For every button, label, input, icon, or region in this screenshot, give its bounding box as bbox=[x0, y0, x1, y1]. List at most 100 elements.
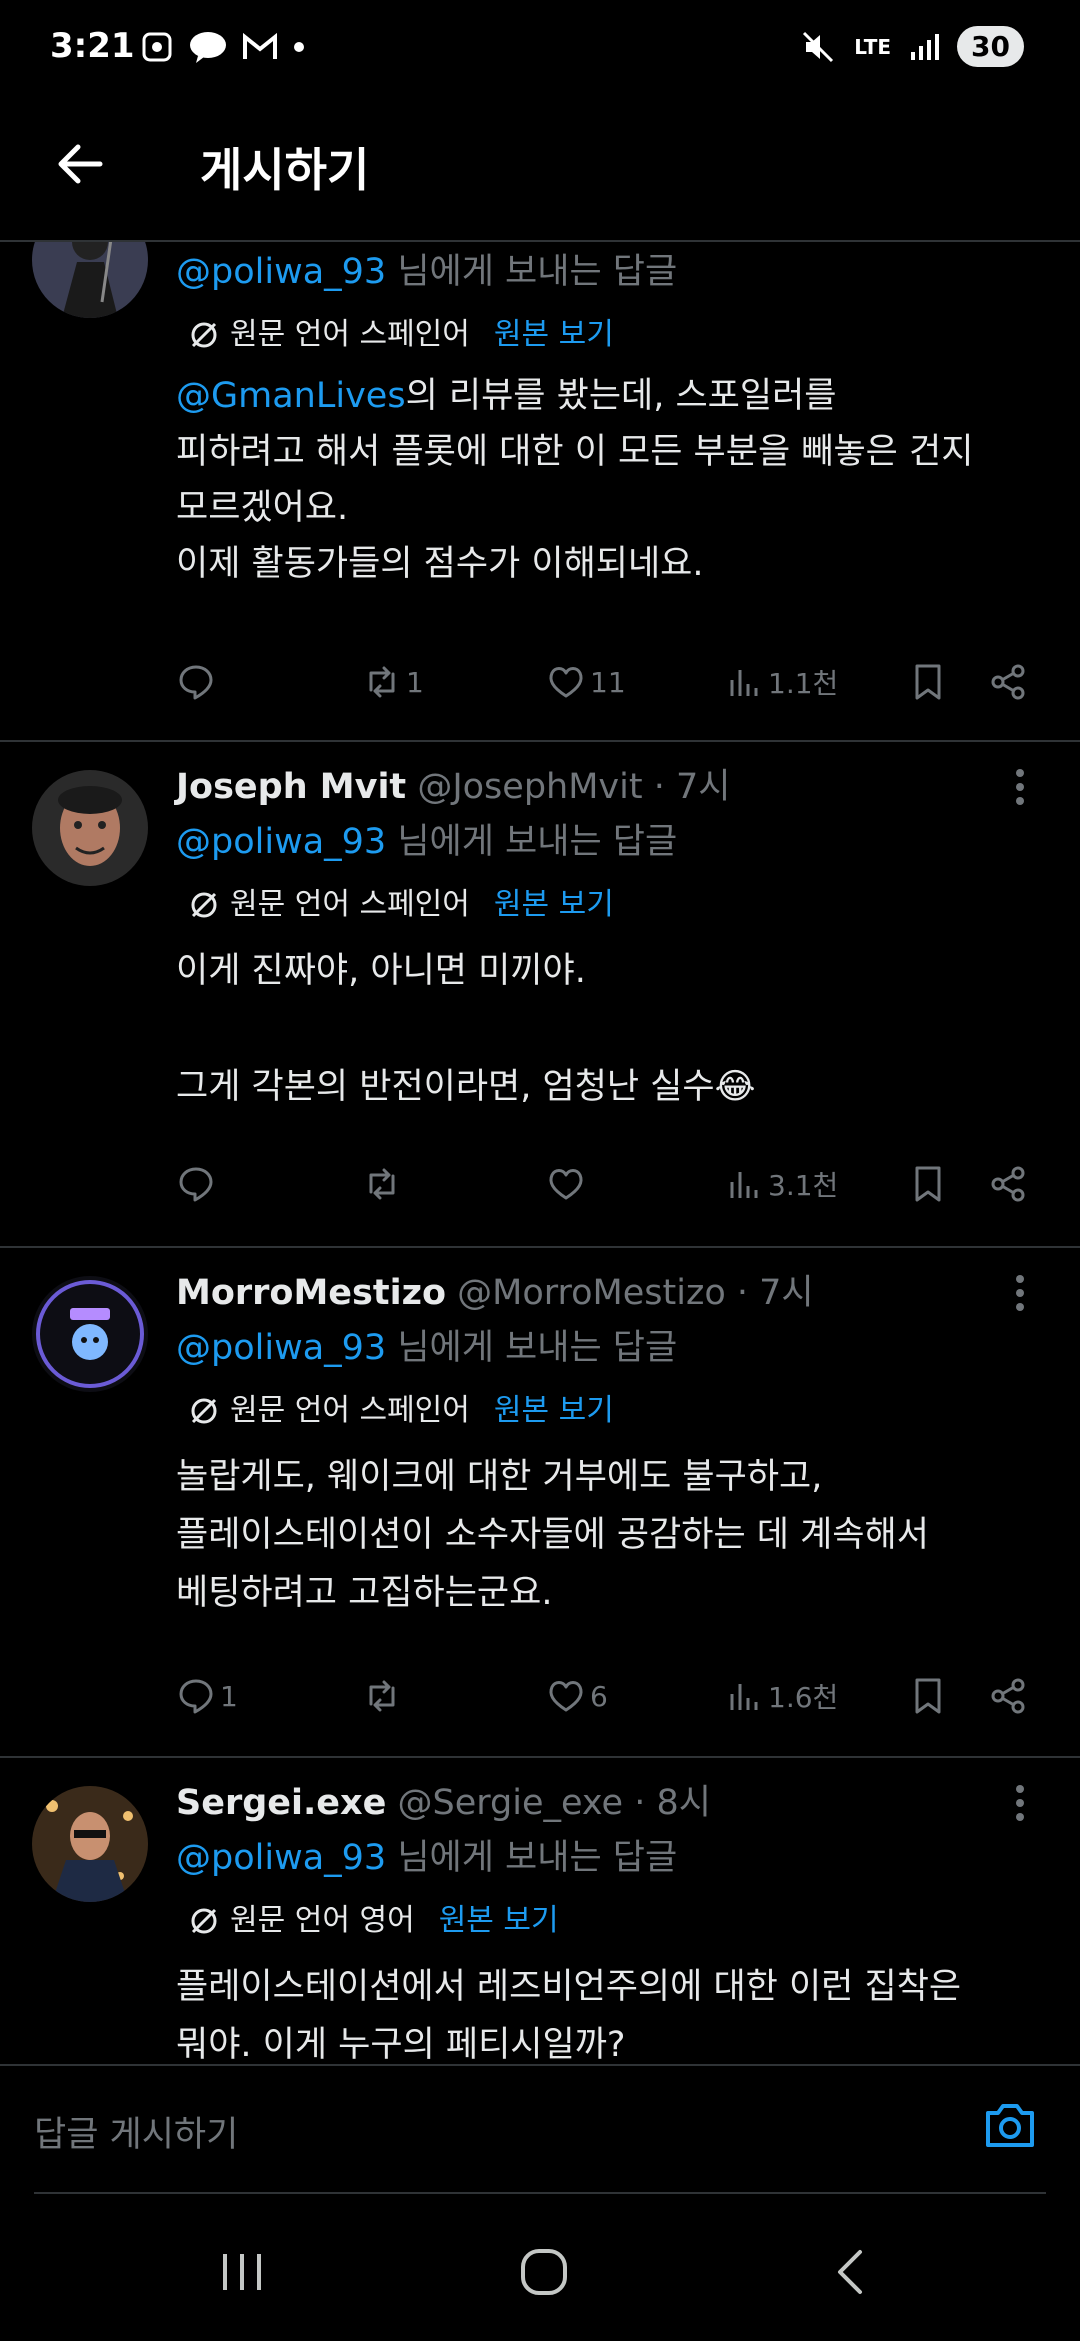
view-count: 1.6천 bbox=[768, 1681, 839, 1714]
post-time: · 8시 bbox=[634, 1783, 711, 1823]
reply-icon bbox=[179, 665, 213, 700]
status-system-icons: LTE 30 bbox=[800, 26, 1024, 67]
retweet-count: 1 bbox=[406, 665, 424, 699]
like-icon bbox=[549, 1169, 583, 1200]
share-button[interactable] bbox=[988, 662, 1028, 702]
reply-to-suffix: 님에게 보내는 답글 bbox=[386, 822, 678, 862]
avatar[interactable] bbox=[32, 1786, 148, 1902]
more-icon bbox=[1016, 1275, 1024, 1311]
bookmark-button[interactable] bbox=[908, 1164, 948, 1204]
translation-notice: 원문 언어 스페인어 원본 보기 bbox=[176, 872, 1040, 938]
reply-icon bbox=[179, 1167, 213, 1202]
status-bar: 3:21 LTE 30 bbox=[0, 0, 1080, 100]
talk-icon bbox=[190, 32, 226, 63]
retweet-button[interactable]: 1 bbox=[362, 662, 424, 702]
translation-label: 원문 언어 스페인어 bbox=[230, 1393, 470, 1428]
retweet-button[interactable] bbox=[362, 1676, 406, 1716]
reply-post[interactable]: @poliwa_93 님에게 보내는 답글 원문 언어 스페인어 원본 보기 @… bbox=[0, 242, 1080, 742]
avatar[interactable] bbox=[32, 770, 148, 886]
more-options-button[interactable] bbox=[1000, 1268, 1040, 1318]
views-icon bbox=[730, 1684, 758, 1710]
author-name[interactable]: Joseph Mvit bbox=[176, 767, 406, 807]
bookmark-button[interactable] bbox=[908, 662, 948, 702]
post-text: 놀랍게도, 웨이크에 대한 거부에도 불구하고, 플레이스테이션이 소수자들에 … bbox=[176, 1457, 929, 1613]
author-handle: @MorroMestizo bbox=[457, 1273, 726, 1313]
nav-back-button[interactable] bbox=[810, 2232, 890, 2312]
translation-notice: 원문 언어 스페인어 원본 보기 bbox=[176, 1378, 1040, 1444]
translation-label: 원문 언어 스페인어 bbox=[230, 887, 470, 922]
home-button[interactable] bbox=[504, 2232, 584, 2312]
like-button[interactable]: 6 bbox=[546, 1676, 608, 1716]
retweet-button[interactable] bbox=[362, 1164, 406, 1204]
views-icon bbox=[730, 1172, 758, 1198]
reply-to-line: @poliwa_93 님에게 보내는 답글 bbox=[176, 812, 1040, 872]
post-text: 이게 진짜야, 아니면 미끼야. 그게 각본의 반전이라면, 엄청난 실수😂 bbox=[176, 951, 756, 1107]
author-name[interactable]: Sergei.exe bbox=[176, 1783, 386, 1823]
camera-button[interactable] bbox=[978, 2094, 1042, 2158]
like-button[interactable] bbox=[546, 1164, 590, 1204]
bookmark-button[interactable] bbox=[908, 1676, 948, 1716]
author-name[interactable]: MorroMestizo bbox=[176, 1273, 446, 1313]
back-button[interactable] bbox=[46, 130, 114, 198]
like-button[interactable]: 11 bbox=[546, 662, 626, 702]
network-type: LTE bbox=[854, 34, 892, 59]
share-icon bbox=[991, 1678, 1025, 1714]
like-icon bbox=[549, 1681, 583, 1712]
translation-label: 원문 언어 스페인어 bbox=[230, 317, 470, 352]
reply-post[interactable]: Sergei.exe @Sergie_exe · 8시 @poliwa_93 님… bbox=[0, 1758, 1080, 2064]
bookmark-icon bbox=[915, 1678, 941, 1714]
status-notification-icons bbox=[140, 30, 306, 64]
reply-to-handle[interactable]: @poliwa_93 bbox=[176, 1838, 386, 1878]
show-original-link[interactable]: 원본 보기 bbox=[494, 872, 614, 938]
views-button[interactable]: 1.6천 bbox=[724, 1676, 838, 1716]
reply-to-handle[interactable]: @poliwa_93 bbox=[176, 252, 386, 292]
share-button[interactable] bbox=[988, 1676, 1028, 1716]
translation-notice: 원문 언어 영어 원본 보기 bbox=[176, 1888, 1040, 1954]
avatar[interactable] bbox=[32, 242, 148, 318]
post-author-row: MorroMestizo @MorroMestizo · 7시 bbox=[176, 1268, 1040, 1318]
views-button[interactable]: 1.1천 bbox=[724, 662, 838, 702]
reply-button[interactable]: 1 bbox=[176, 1676, 238, 1716]
views-button[interactable]: 3.1천 bbox=[724, 1164, 838, 1204]
show-original-link[interactable]: 원본 보기 bbox=[439, 1888, 559, 1954]
mute-icon bbox=[803, 31, 834, 62]
reply-to-handle[interactable]: @poliwa_93 bbox=[176, 822, 386, 862]
translate-icon bbox=[191, 1908, 217, 1934]
show-original-link[interactable]: 원본 보기 bbox=[494, 1378, 614, 1444]
reply-composer: 답글 게시하기 bbox=[0, 2064, 1080, 2194]
reply-to-line: @poliwa_93 님에게 보내는 답글 bbox=[176, 242, 1040, 302]
post-time: · 7시 bbox=[736, 1273, 814, 1313]
show-original-link[interactable]: 원본 보기 bbox=[494, 302, 614, 368]
share-button[interactable] bbox=[988, 1164, 1028, 1204]
post-text: 플레이스테이션에서 레즈비언주의에 대한 이런 집착은 뭐야. 이게 누구의 페… bbox=[176, 1967, 962, 2064]
author-handle: @JosephMvit bbox=[417, 767, 643, 807]
avatar[interactable] bbox=[32, 1276, 148, 1392]
reply-to-line: @poliwa_93 님에게 보내는 답글 bbox=[176, 1828, 1040, 1888]
post-actions: 3.1천 bbox=[176, 1154, 1050, 1214]
post-actions: 1 6 1.6천 bbox=[176, 1666, 1050, 1726]
reply-to-suffix: 님에게 보내는 답글 bbox=[386, 252, 678, 292]
camera-icon bbox=[986, 2104, 1034, 2147]
reply-button[interactable] bbox=[176, 662, 220, 702]
reply-icon bbox=[179, 1679, 213, 1714]
more-options-button[interactable] bbox=[1000, 762, 1040, 812]
reply-feed[interactable]: @poliwa_93 님에게 보내는 답글 원문 언어 스페인어 원본 보기 @… bbox=[0, 242, 1080, 2064]
post-text: @GmanLives의 리뷰를 봤는데, 스포일러를 피하려고 해서 플롯에 대… bbox=[176, 368, 1040, 592]
like-icon bbox=[549, 667, 583, 698]
recents-button[interactable] bbox=[202, 2232, 282, 2312]
translate-icon bbox=[191, 322, 217, 348]
translate-icon bbox=[191, 892, 217, 918]
reply-input[interactable]: 답글 게시하기 bbox=[34, 2106, 238, 2157]
reply-to-handle[interactable]: @poliwa_93 bbox=[176, 1328, 386, 1368]
bookmark-icon bbox=[915, 664, 941, 700]
more-options-button[interactable] bbox=[1000, 1778, 1040, 1828]
reply-to-line: @poliwa_93 님에게 보내는 답글 bbox=[176, 1318, 1040, 1378]
reply-to-suffix: 님에게 보내는 답글 bbox=[386, 1838, 678, 1878]
home-icon bbox=[521, 2249, 567, 2295]
share-icon bbox=[991, 664, 1025, 700]
translation-label: 원문 언어 영어 bbox=[230, 1903, 415, 1938]
reply-post[interactable]: Joseph Mvit @JosephMvit · 7시 @poliwa_93 … bbox=[0, 742, 1080, 1248]
reply-button[interactable] bbox=[176, 1164, 220, 1204]
post-mention[interactable]: @GmanLives bbox=[176, 376, 406, 416]
reply-post[interactable]: MorroMestizo @MorroMestizo · 7시 @poliwa_… bbox=[0, 1248, 1080, 1758]
